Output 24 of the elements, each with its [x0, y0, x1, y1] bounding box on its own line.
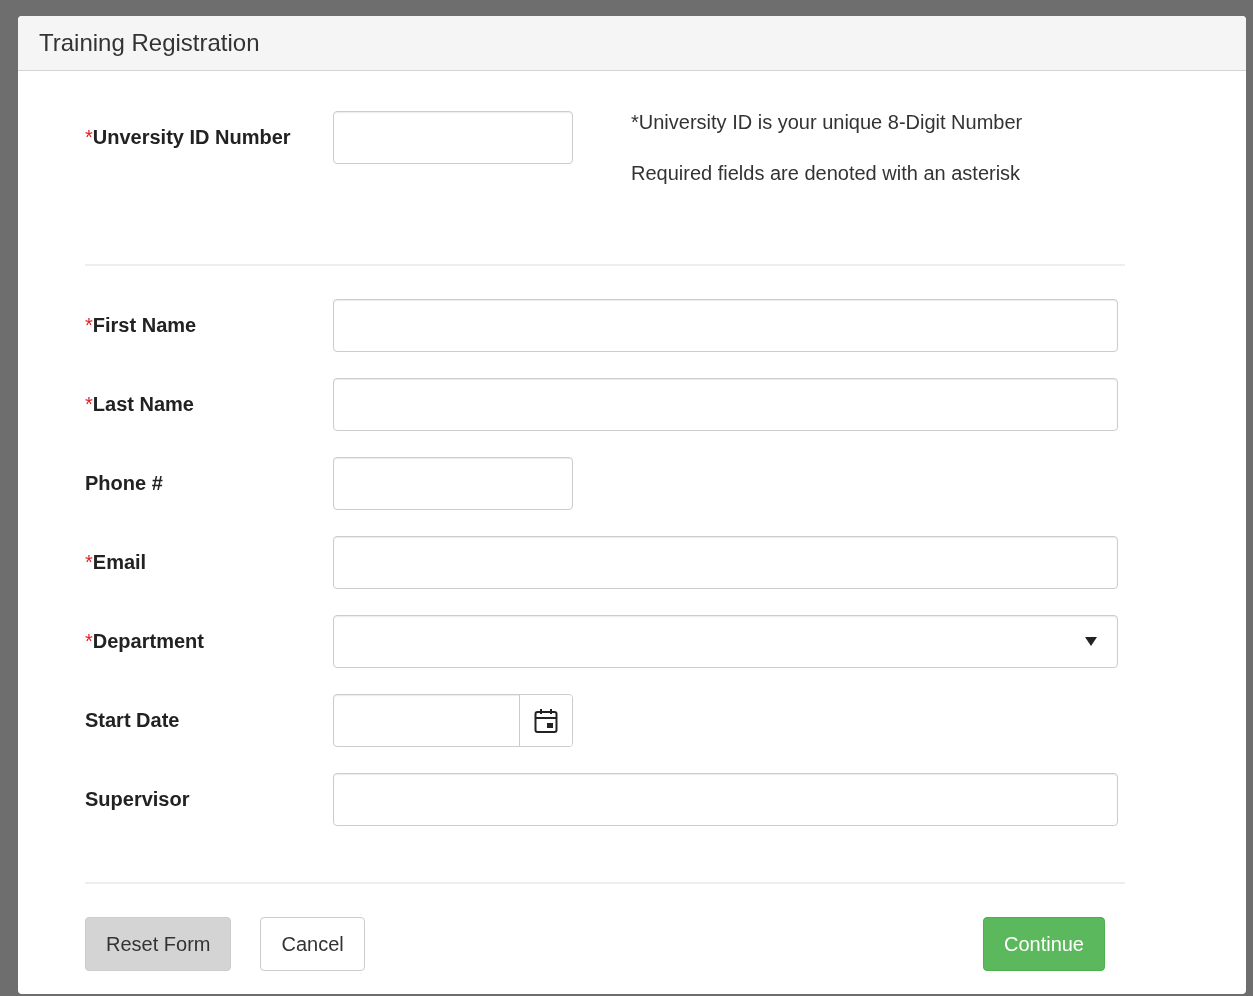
calendar-button[interactable]	[519, 695, 572, 746]
input-field[interactable]	[333, 536, 1118, 589]
calendar-icon	[534, 707, 558, 734]
input-field[interactable]	[333, 299, 1118, 352]
field-label: *Email	[85, 551, 148, 574]
help-text: *University ID is your unique 8-Digit Number	[631, 110, 1023, 135]
input-field[interactable]	[333, 457, 573, 510]
help-text: Required fields are denoted with an asterisk	[631, 161, 1022, 186]
id-input-field[interactable]	[333, 111, 573, 164]
cancel-button[interactable]: Cancel	[260, 917, 365, 971]
field-label: *Last Name	[85, 393, 195, 416]
input-field[interactable]	[333, 773, 1118, 826]
field-label: *Unversity ID Number	[85, 126, 292, 149]
dropdown-field[interactable]	[333, 615, 1118, 668]
date-input-field[interactable]	[333, 694, 573, 747]
caret-icon	[1085, 637, 1097, 646]
input-field[interactable]	[333, 378, 1118, 431]
field-label: Supervisor	[85, 788, 191, 811]
field-label: Start Date	[85, 709, 181, 732]
field-label: *First Name	[85, 314, 198, 337]
field-label: *Department	[85, 630, 205, 653]
dialog-title: Training Registration	[39, 29, 260, 57]
field-label: Phone #	[85, 472, 164, 495]
reset-button[interactable]: Reset Form	[85, 917, 232, 971]
